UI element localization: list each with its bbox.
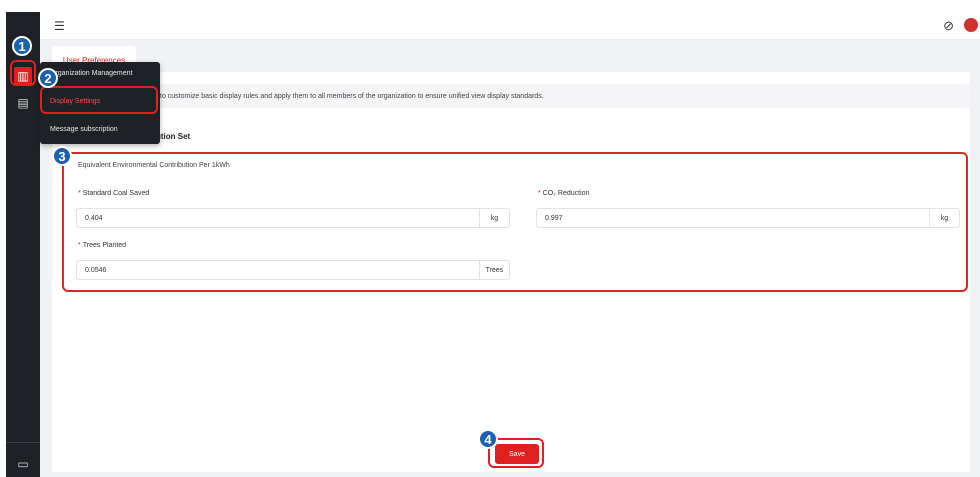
- step-badge-2: 2: [38, 68, 58, 88]
- highlight-display-settings: [40, 86, 158, 114]
- environment-subtitle: Equivalent Environmental Contribution Pe…: [78, 162, 230, 169]
- coal-saved-field[interactable]: 0.404 kg: [76, 208, 510, 228]
- clipboard-icon[interactable]: ▤: [14, 94, 32, 112]
- menu-item-organization-management[interactable]: Organization Management: [40, 62, 160, 84]
- co2-reduction-label: * CO₂ Reduction: [538, 190, 590, 197]
- trees-planted-field[interactable]: 0.0546 Trees: [76, 260, 510, 280]
- avatar[interactable]: [964, 18, 978, 32]
- step-badge-3: 3: [52, 146, 72, 166]
- menu-item-message-subscription[interactable]: Message subscription: [40, 118, 160, 140]
- coal-saved-unit: kg: [479, 209, 509, 227]
- environment-contribution-box: Equivalent Environmental Contribution Pe…: [62, 152, 968, 292]
- app-frame: ▥ ▤ ▭ ☰ ⊘ User Preferences to customize …: [0, 0, 980, 477]
- save-button[interactable]: Save: [495, 444, 539, 464]
- menu-toggle-icon[interactable]: ☰: [54, 19, 65, 33]
- settings-card: to customize basic display rules and app…: [52, 72, 970, 472]
- co2-reduction-field[interactable]: 0.997 kg: [536, 208, 960, 228]
- notice-text: to customize basic display rules and app…: [160, 92, 544, 100]
- coal-saved-label: * Standard Coal Saved: [78, 190, 150, 197]
- co2-reduction-unit: kg: [929, 209, 959, 227]
- monitor-icon[interactable]: ▭: [14, 455, 32, 473]
- top-bar: ☰ ⊘: [40, 12, 980, 40]
- trees-planted-unit: Trees: [479, 261, 509, 279]
- required-marker: *: [78, 242, 81, 249]
- section-title: ution Set: [156, 132, 191, 141]
- co2-reduction-value: 0.997: [545, 214, 563, 222]
- language-icon[interactable]: ⊘: [943, 18, 954, 34]
- highlight-building-icon: [10, 60, 36, 86]
- step-badge-4: 4: [478, 429, 498, 449]
- sidebar-divider: [6, 442, 40, 443]
- trees-planted-value: 0.0546: [85, 266, 107, 274]
- required-marker: *: [538, 190, 541, 197]
- required-marker: *: [78, 190, 81, 197]
- trees-planted-label: * Trees Planted: [78, 242, 127, 249]
- info-notice: to customize basic display rules and app…: [62, 84, 970, 108]
- coal-saved-value: 0.404: [85, 214, 103, 222]
- step-badge-1: 1: [12, 36, 32, 56]
